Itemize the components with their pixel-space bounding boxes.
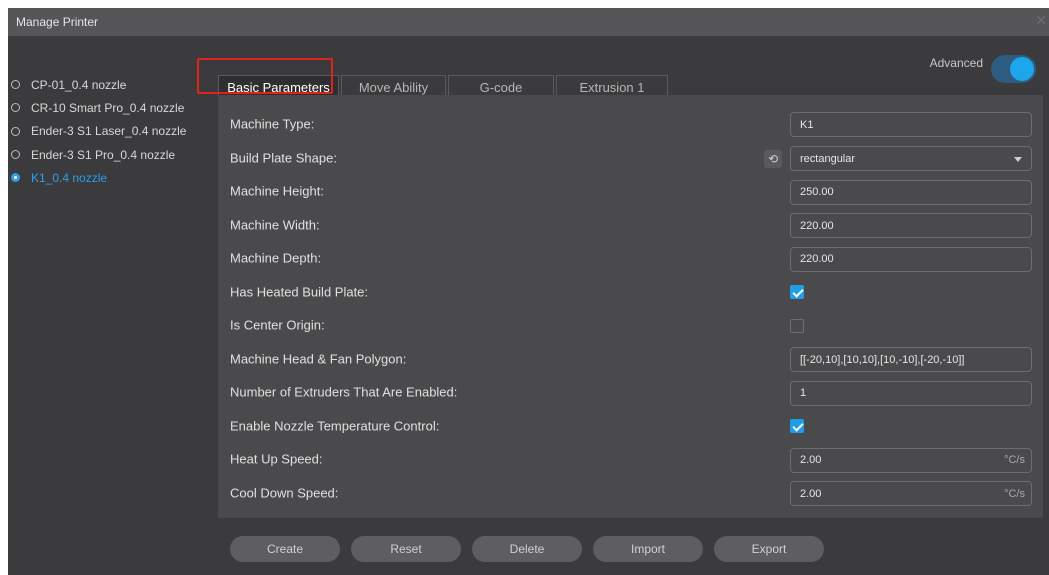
parameters-panel: Machine Type: K1 Build Plate Shape: ⟲ re… <box>218 95 1043 518</box>
build-plate-shape-select[interactable]: rectangular <box>790 146 1032 171</box>
cool-down-speed-value: 2.00 <box>800 487 822 500</box>
export-button[interactable]: Export <box>714 536 824 562</box>
printer-label: Ender-3 S1 Laser_0.4 nozzle <box>31 124 187 139</box>
cool-down-speed-label: Cool Down Speed: <box>230 485 339 501</box>
radio-selected-icon <box>11 173 20 183</box>
build-plate-shape-label: Build Plate Shape: <box>230 150 337 166</box>
advanced-toggle[interactable] <box>991 55 1036 83</box>
nozzle-temp-control-label: Enable Nozzle Temperature Control: <box>230 418 440 434</box>
param-row-build-plate-shape: Build Plate Shape: ⟲ rectangular <box>218 141 1043 175</box>
param-row-center-origin: Is Center Origin: <box>218 309 1043 343</box>
head-fan-polygon-label: Machine Head & Fan Polygon: <box>230 351 407 367</box>
param-row-heated-build-plate: Has Heated Build Plate: <box>218 275 1043 309</box>
radio-icon <box>11 150 20 160</box>
import-button[interactable]: Import <box>593 536 703 562</box>
printer-label: CP-01_0.4 nozzle <box>31 77 127 92</box>
machine-type-value: K1 <box>800 118 814 131</box>
heat-up-speed-input[interactable]: 2.00 °C/s <box>790 447 1032 473</box>
extruders-enabled-value: 1 <box>800 387 807 399</box>
heated-build-plate-label: Has Heated Build Plate: <box>230 284 369 300</box>
machine-depth-label: Machine Depth: <box>230 250 322 266</box>
action-buttons: Create Reset Delete Import Export <box>230 536 835 562</box>
head-fan-polygon-value: [[-20,10],[10,10],[10,-10],[-20,-10]] <box>800 353 965 366</box>
title-bar: Manage Printer ✕ <box>8 8 1049 36</box>
cool-down-speed-input[interactable]: 2.00 °C/s <box>790 481 1032 506</box>
machine-height-input[interactable]: 250.00 <box>790 179 1032 205</box>
center-origin-checkbox[interactable] <box>790 318 804 333</box>
printer-item-cr10-smart-pro[interactable]: CR-10 Smart Pro_0.4 nozzle <box>8 96 208 119</box>
head-fan-polygon-input[interactable]: [[-20,10],[10,10],[10,-10],[-20,-10]] <box>790 347 1032 372</box>
chevron-down-icon <box>1014 157 1022 162</box>
window-title: Manage Printer <box>16 15 99 29</box>
param-row-machine-depth: Machine Depth: 220.00 <box>218 242 1043 276</box>
printer-item-cp01[interactable]: CP-01_0.4 nozzle <box>8 73 208 96</box>
machine-depth-input[interactable]: 220.00 <box>790 246 1032 272</box>
heated-build-plate-checkbox[interactable] <box>790 285 804 299</box>
close-icon[interactable]: ✕ <box>1035 13 1047 27</box>
machine-type-label: Machine Type: <box>230 116 315 132</box>
radio-icon <box>11 126 20 136</box>
create-button[interactable]: Create <box>230 536 340 562</box>
nozzle-temp-control-checkbox[interactable] <box>790 419 804 433</box>
advanced-toggle-group: Advanced <box>930 55 1036 83</box>
build-plate-shape-value: rectangular <box>800 152 856 165</box>
printer-label: K1_0.4 nozzle <box>31 170 108 185</box>
printer-label: Ender-3 S1 Pro_0.4 nozzle <box>31 147 176 162</box>
advanced-label: Advanced <box>929 56 983 70</box>
heat-up-speed-label: Heat Up Speed: <box>230 451 323 467</box>
param-row-head-fan-polygon: Machine Head & Fan Polygon: [[-20,10],[1… <box>218 342 1043 376</box>
param-row-nozzle-temp-control: Enable Nozzle Temperature Control: <box>218 409 1043 443</box>
printer-item-ender3-s1-laser[interactable]: Ender-3 S1 Laser_0.4 nozzle <box>8 120 208 143</box>
printer-item-ender3-s1-pro[interactable]: Ender-3 S1 Pro_0.4 nozzle <box>8 143 208 166</box>
param-row-cool-down-speed: Cool Down Speed: 2.00 °C/s <box>218 476 1043 510</box>
cool-down-speed-unit: °C/s <box>1004 487 1025 500</box>
center-origin-label: Is Center Origin: <box>230 317 325 333</box>
param-row-machine-width: Machine Width: 220.00 <box>218 208 1043 242</box>
heat-up-speed-value: 2.00 <box>800 454 822 466</box>
param-row-machine-height: Machine Height: 250.00 <box>218 175 1043 209</box>
machine-width-input[interactable]: 220.00 <box>790 213 1032 238</box>
param-row-machine-type: Machine Type: K1 <box>218 107 1043 141</box>
radio-icon <box>11 103 20 113</box>
manage-printer-window: Manage Printer ✕ CP-01_0.4 nozzle CR-10 … <box>8 8 1049 575</box>
reset-button[interactable]: Reset <box>351 536 461 562</box>
printer-label: CR-10 Smart Pro_0.4 nozzle <box>31 100 185 115</box>
machine-type-input[interactable]: K1 <box>790 112 1032 137</box>
machine-height-value: 250.00 <box>800 186 834 198</box>
delete-button[interactable]: Delete <box>472 536 582 562</box>
machine-depth-value: 220.00 <box>800 253 834 265</box>
machine-width-label: Machine Width: <box>230 217 320 233</box>
param-row-extruders-enabled: Number of Extruders That Are Enabled: 1 <box>218 376 1043 410</box>
extruders-enabled-label: Number of Extruders That Are Enabled: <box>230 384 458 400</box>
param-row-heat-up-speed: Heat Up Speed: 2.00 °C/s <box>218 443 1043 477</box>
printer-list: CP-01_0.4 nozzle CR-10 Smart Pro_0.4 noz… <box>8 73 208 189</box>
machine-width-value: 220.00 <box>800 219 834 232</box>
reset-icon[interactable]: ⟲ <box>764 150 782 168</box>
machine-height-label: Machine Height: <box>230 183 324 199</box>
extruders-enabled-input[interactable]: 1 <box>790 380 1032 406</box>
radio-icon <box>11 80 20 90</box>
printer-item-k1[interactable]: K1_0.4 nozzle <box>8 166 208 189</box>
toggle-knob <box>1010 57 1034 81</box>
heat-up-speed-unit: °C/s <box>1004 454 1025 466</box>
